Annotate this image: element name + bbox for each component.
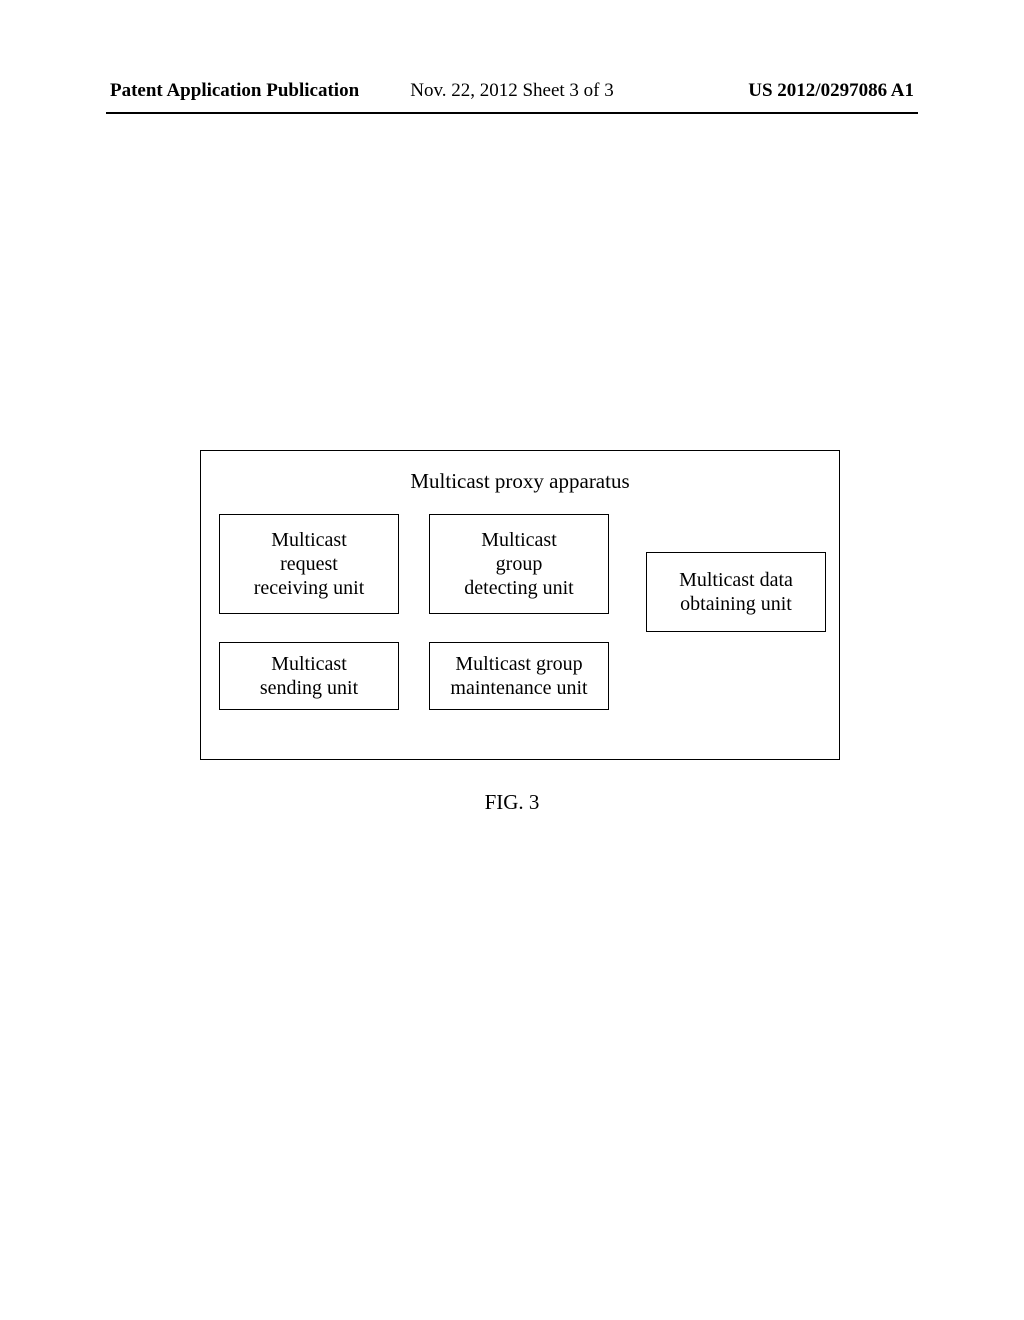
box-text-line: receiving unit	[254, 576, 365, 600]
header-publication-type: Patent Application Publication	[110, 80, 359, 102]
box-text-line: maintenance unit	[450, 676, 587, 700]
box-text-line: request	[280, 552, 338, 576]
box-text-line: obtaining unit	[680, 592, 792, 616]
box-text-line: Multicast	[271, 652, 347, 676]
diagram-title: Multicast proxy apparatus	[201, 469, 839, 494]
figure-label: FIG. 3	[0, 790, 1024, 815]
box-text-line: Multicast data	[679, 568, 793, 592]
box-multicast-group-maintenance-unit: Multicast group maintenance unit	[429, 642, 609, 710]
box-text-line: Multicast	[271, 528, 347, 552]
box-text-line: group	[496, 552, 543, 576]
box-text-line: sending unit	[260, 676, 358, 700]
header-divider	[106, 112, 918, 114]
box-text-line: detecting unit	[464, 576, 573, 600]
header-date-sheet: Nov. 22, 2012 Sheet 3 of 3	[410, 80, 614, 102]
box-text-line: Multicast group	[455, 652, 582, 676]
box-text-line: Multicast	[481, 528, 557, 552]
box-multicast-data-obtaining-unit: Multicast data obtaining unit	[646, 552, 826, 632]
diagram-body: Multicast request receiving unit Multica…	[201, 514, 839, 744]
box-multicast-sending-unit: Multicast sending unit	[219, 642, 399, 710]
box-multicast-request-receiving-unit: Multicast request receiving unit	[219, 514, 399, 614]
header-publication-number: US 2012/0297086 A1	[748, 80, 914, 102]
box-multicast-group-detecting-unit: Multicast group detecting unit	[429, 514, 609, 614]
page-header: Patent Application Publication Nov. 22, …	[0, 80, 1024, 102]
diagram-multicast-proxy-apparatus: Multicast proxy apparatus Multicast requ…	[200, 450, 840, 760]
